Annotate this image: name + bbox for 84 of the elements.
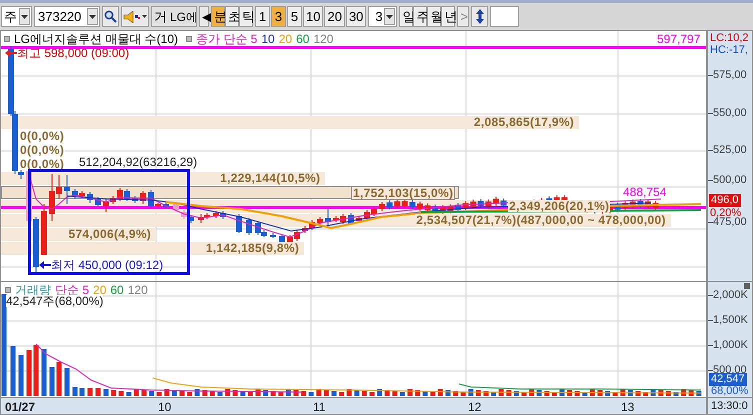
unit-tab[interactable]: 초 xyxy=(225,6,239,27)
axis-tick-label: 475,00 xyxy=(713,217,747,228)
box-label: 512,204,92(63216,29) xyxy=(79,156,198,168)
caret-icon xyxy=(386,14,394,18)
interval-tab[interactable]: 5 xyxy=(287,6,302,27)
volume-profile-label: 574,006(4,9%) xyxy=(67,228,152,240)
name-field[interactable]: 거 LG에 xyxy=(151,6,197,27)
volume-profile-label: 1,229,144(10,5%) xyxy=(219,172,322,184)
search-button[interactable] xyxy=(102,6,119,27)
time-axis-label: 10 xyxy=(158,401,172,413)
dropdown-button[interactable] xyxy=(19,8,30,25)
updown-arrow-icon xyxy=(476,9,484,24)
speaker-icon xyxy=(123,10,141,22)
name-value: LG에 xyxy=(170,8,196,26)
dropdown-button[interactable] xyxy=(87,8,98,25)
axis-tick-label: 525,00 xyxy=(713,145,747,156)
arrow-left-icon xyxy=(39,261,51,269)
volume-profile-label: 0(0,0%) xyxy=(19,144,66,156)
volume-profile-label: 0(0,0%) xyxy=(19,130,66,142)
volume-reading: 42,547주(68,00%) xyxy=(6,295,104,307)
volume-profile-label: 1,142,185(9,8%) xyxy=(204,242,300,254)
legend-item: 종가 단순 5 xyxy=(196,32,258,44)
interval-tab[interactable]: 10 xyxy=(303,6,324,27)
volume-profile-label: 1,752,103(15,0%) xyxy=(351,186,456,200)
current-volume-badge: 42,547 xyxy=(709,373,747,386)
interval-tab[interactable]: 20 xyxy=(324,6,345,27)
unit-tab[interactable]: 분 xyxy=(211,6,225,27)
updown-button[interactable] xyxy=(471,6,488,27)
count-combo[interactable]: 3 xyxy=(368,6,398,27)
interval-tab[interactable]: 3 xyxy=(271,6,286,27)
input-field[interactable] xyxy=(490,6,520,27)
line-value-label: 488,754 xyxy=(623,186,666,198)
code-combo[interactable]: 373220 xyxy=(34,6,100,27)
axis-tick-label: 2,000K xyxy=(713,290,748,301)
legend-item: 120 xyxy=(128,284,148,296)
arrow-left-icon xyxy=(5,49,17,57)
name-prefix: 거 xyxy=(154,8,167,26)
axis-tick-label: 1,500K xyxy=(713,315,748,326)
search-icon xyxy=(104,10,117,23)
axis-tick-label: 575,00 xyxy=(713,70,747,81)
low-price-label: 최저 450,000 (09:12) xyxy=(51,259,164,271)
axis-tick-label: 1,000K xyxy=(713,340,748,351)
hc-label: HC:-17, xyxy=(710,45,748,56)
caret-icon xyxy=(21,14,28,18)
high-price-label: 최고 598,000 (09:00) xyxy=(17,47,130,59)
volume-profile-label: 2,085,865(17,9%) xyxy=(472,116,576,128)
legend-item: 20 xyxy=(93,284,106,296)
time-label: 13:30:0 xyxy=(711,400,748,412)
volume-ratio-label: 68,00% xyxy=(711,386,748,397)
count-value: 3 xyxy=(375,8,383,26)
legend-item: 60 xyxy=(296,32,310,44)
legend-item: 거래량 xyxy=(15,284,51,296)
legend-item: 10 xyxy=(261,32,275,44)
volume-profile-label: 2,349,206(20,1%) xyxy=(508,200,610,212)
time-axis-label: 13 xyxy=(621,401,634,413)
legend-item: 20 xyxy=(278,32,292,44)
market-select[interactable]: 주 xyxy=(1,6,32,27)
square-icon xyxy=(186,36,192,42)
caret-icon xyxy=(89,14,96,18)
current-price-badge: 496,0 xyxy=(709,194,741,207)
interval-tab[interactable]: 1 xyxy=(255,6,270,27)
speaker-button[interactable] xyxy=(121,6,149,27)
interval-tab[interactable]: 30 xyxy=(346,6,366,27)
market-value: 주 xyxy=(4,8,17,26)
unit-tab[interactable]: 틱 xyxy=(239,6,253,27)
chart-title: LG에너지솔루션 매물대 수(10) xyxy=(14,32,178,44)
square-icon xyxy=(5,287,11,293)
legend-item: 60 xyxy=(110,284,124,296)
axis-tick-label: 500,00 xyxy=(713,175,747,186)
period-tab[interactable]: 년 xyxy=(441,6,456,27)
line-value-label: 597,797 xyxy=(657,33,700,45)
caret-icon xyxy=(142,15,147,18)
volume-profile-label: 0(0,0%) xyxy=(19,158,66,170)
volume-profile-label: 2,534,507(21,7%)(487,000,00 ~ 478,000,00) xyxy=(415,214,667,226)
axis-tick-label: 550,00 xyxy=(713,108,747,119)
time-axis-label: 12 xyxy=(468,401,482,413)
code-value: 373220 xyxy=(38,8,82,26)
square-icon xyxy=(4,36,10,42)
legend-item: 120 xyxy=(313,32,334,44)
change-label: 0,20% xyxy=(710,208,742,219)
time-axis-label: 11 xyxy=(313,401,326,413)
dropdown-button[interactable] xyxy=(384,8,396,25)
lc-label: LC:10,2 xyxy=(710,33,749,44)
time-axis-label: 01/27 xyxy=(5,401,36,413)
